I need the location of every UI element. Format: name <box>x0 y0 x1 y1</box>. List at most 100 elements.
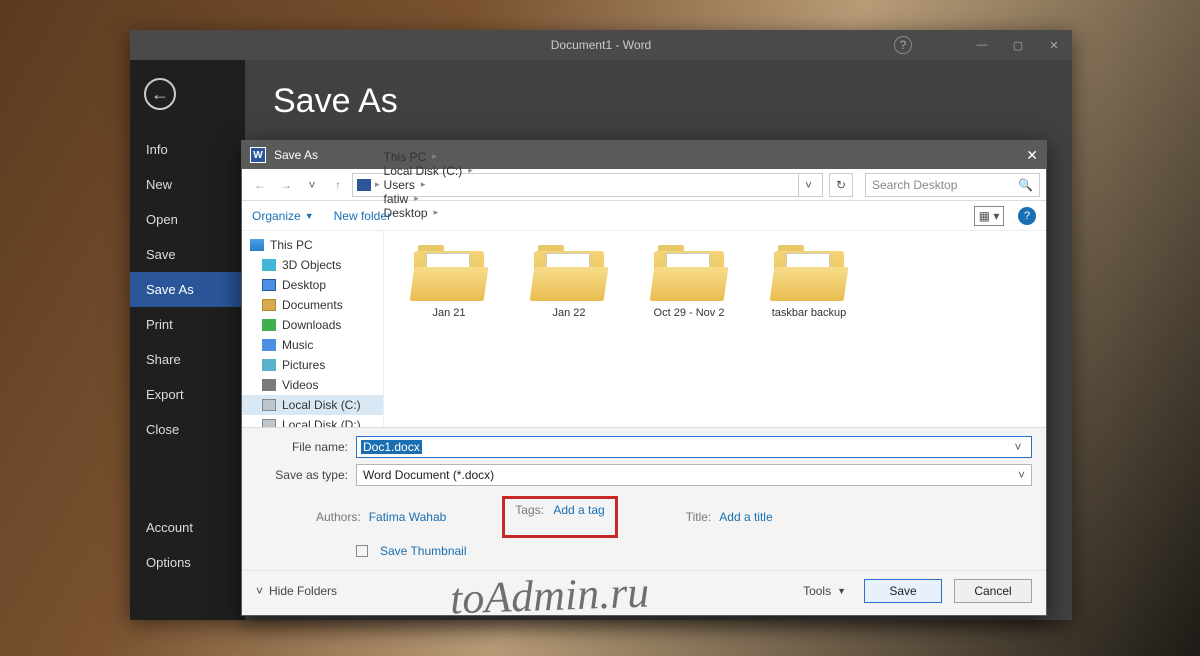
3d-icon <box>262 259 276 271</box>
save-button[interactable]: Save <box>864 579 942 603</box>
folder-item[interactable]: Jan 22 <box>524 245 614 319</box>
save-as-dialog: W Save As ✕ ← → ˅ ↑ ▸ This PC ▸Local Dis… <box>241 140 1047 616</box>
backstage-sidebar: ← InfoNewOpenSaveSave AsPrintShareExport… <box>130 60 245 620</box>
folder-icon <box>534 245 604 301</box>
window-title: Document1 - Word <box>551 38 651 52</box>
thumbnail-label: Save Thumbnail <box>380 544 467 558</box>
nav-up-icon[interactable]: ↑ <box>326 173 350 197</box>
breadcrumb-segment[interactable]: Users ▸ <box>384 178 473 192</box>
sidebar-item-save[interactable]: Save <box>130 237 245 272</box>
dialog-titlebar: W Save As ✕ <box>242 141 1046 169</box>
tree-item-3d-objects[interactable]: 3D Objects <box>242 255 383 275</box>
back-button[interactable]: ← <box>144 78 176 110</box>
folder-item[interactable]: Jan 21 <box>404 245 494 319</box>
search-icon: 🔍 <box>1018 178 1033 192</box>
tree-item-videos[interactable]: Videos <box>242 375 383 395</box>
sidebar-item-share[interactable]: Share <box>130 342 245 377</box>
filename-value: Doc1.docx <box>361 440 422 454</box>
tree-item-pictures[interactable]: Pictures <box>242 355 383 375</box>
filename-input[interactable]: Doc1.docx ˅ <box>356 436 1032 458</box>
chevron-right-icon[interactable]: ▸ <box>468 165 473 176</box>
breadcrumb-segment[interactable]: This PC ▸ <box>384 150 473 164</box>
thumbnail-checkbox[interactable] <box>356 545 368 557</box>
tree-item-local-disk-c-[interactable]: Local Disk (C:) <box>242 395 383 415</box>
chevron-right-icon[interactable]: ▸ <box>432 151 437 162</box>
refresh-button[interactable]: ↻ <box>829 173 853 197</box>
pc-icon <box>250 239 264 251</box>
sidebar-item-options[interactable]: Options <box>130 545 245 580</box>
view-options-button[interactable]: ▦ ▾ <box>974 206 1004 226</box>
tags-label: Tags: <box>515 503 544 517</box>
cancel-button[interactable]: Cancel <box>954 579 1032 603</box>
dialog-bottom-panel: File name: Doc1.docx ˅ Save as type: Wor… <box>242 427 1046 570</box>
close-button[interactable]: ✕ <box>1036 30 1072 60</box>
doc-icon <box>262 299 276 311</box>
breadcrumb-dropdown-icon[interactable]: ˅ <box>798 174 818 196</box>
pc-icon <box>357 179 371 191</box>
folder-icon <box>774 245 844 301</box>
breadcrumb-segment[interactable]: Local Disk (C:) ▸ <box>384 164 473 178</box>
hide-folders-toggle[interactable]: ˅ Hide Folders <box>256 584 337 598</box>
recent-locations-icon[interactable]: ˅ <box>300 173 324 197</box>
search-placeholder: Search Desktop <box>872 178 1018 192</box>
new-folder-button[interactable]: New folder <box>334 209 391 223</box>
chevron-right-icon[interactable]: ▸ <box>375 179 380 190</box>
page-title: Save As <box>273 82 1072 121</box>
search-input[interactable]: Search Desktop 🔍 <box>865 173 1040 197</box>
nav-forward-icon[interactable]: → <box>274 173 298 197</box>
music-icon <box>262 339 276 351</box>
tree-item-downloads[interactable]: Downloads <box>242 315 383 335</box>
tree-item-desktop[interactable]: Desktop <box>242 275 383 295</box>
sidebar-item-save-as[interactable]: Save As <box>130 272 245 307</box>
tree-item-local-disk-d-[interactable]: Local Disk (D:) <box>242 415 383 427</box>
dialog-close-button[interactable]: ✕ <box>1026 147 1038 164</box>
file-pane[interactable]: Jan 21 Jan 22 Oct 29 - Nov 2 taskbar backup <box>384 231 1046 427</box>
tree-item-this-pc[interactable]: This PC <box>242 235 383 255</box>
type-value: Word Document (*.docx) <box>363 468 494 482</box>
chevron-down-icon: ▼ <box>305 211 314 221</box>
dialog-toolbar: Organize ▼ New folder ▦ ▾ ? <box>242 201 1046 231</box>
vid-icon <box>262 379 276 391</box>
nav-back-icon[interactable]: ← <box>248 173 272 197</box>
type-dropdown-icon: ˅ <box>1018 468 1025 482</box>
sidebar-item-info[interactable]: Info <box>130 132 245 167</box>
folder-tree[interactable]: This PC3D ObjectsDesktopDocumentsDownloa… <box>242 231 384 427</box>
authors-value[interactable]: Fatima Wahab <box>369 510 447 524</box>
disk-icon <box>262 419 276 427</box>
dl-icon <box>262 319 276 331</box>
folder-label: Oct 29 - Nov 2 <box>644 307 734 319</box>
dialog-actions: ˅ Hide Folders Tools ▼ Save Cancel <box>242 570 1046 615</box>
maximize-button[interactable]: ▢ <box>1000 30 1036 60</box>
sidebar-item-open[interactable]: Open <box>130 202 245 237</box>
filename-dropdown-icon[interactable]: ˅ <box>1009 440 1027 454</box>
disk-icon <box>262 399 276 411</box>
sidebar-item-export[interactable]: Export <box>130 377 245 412</box>
sidebar-item-account[interactable]: Account <box>130 510 245 545</box>
tools-menu[interactable]: Tools ▼ <box>803 584 846 598</box>
folder-item[interactable]: Oct 29 - Nov 2 <box>644 245 734 319</box>
pic-icon <box>262 359 276 371</box>
sidebar-item-new[interactable]: New <box>130 167 245 202</box>
desk-icon <box>262 279 276 291</box>
help-icon[interactable]: ? <box>894 36 912 54</box>
word-icon: W <box>250 147 266 163</box>
minimize-button[interactable]: — <box>964 30 1000 60</box>
tags-value[interactable]: Add a tag <box>553 503 604 517</box>
folder-icon <box>414 245 484 301</box>
title-value[interactable]: Add a title <box>719 510 772 524</box>
tree-item-music[interactable]: Music <box>242 335 383 355</box>
tree-item-documents[interactable]: Documents <box>242 295 383 315</box>
organize-menu[interactable]: Organize ▼ <box>252 209 314 223</box>
dialog-title: Save As <box>274 148 318 162</box>
chevron-right-icon[interactable]: ▸ <box>421 179 426 190</box>
dialog-help-button[interactable]: ? <box>1018 207 1036 225</box>
folder-item[interactable]: taskbar backup <box>764 245 854 319</box>
breadcrumb[interactable]: ▸ This PC ▸Local Disk (C:) ▸Users ▸fatiw… <box>352 173 823 197</box>
sidebar-item-print[interactable]: Print <box>130 307 245 342</box>
authors-label: Authors: <box>316 510 361 524</box>
tags-highlight-box: Tags: Add a tag <box>502 496 617 538</box>
folder-icon <box>654 245 724 301</box>
sidebar-item-close[interactable]: Close <box>130 412 245 447</box>
type-select[interactable]: Word Document (*.docx) ˅ <box>356 464 1032 486</box>
dialog-nav-bar: ← → ˅ ↑ ▸ This PC ▸Local Disk (C:) ▸User… <box>242 169 1046 201</box>
